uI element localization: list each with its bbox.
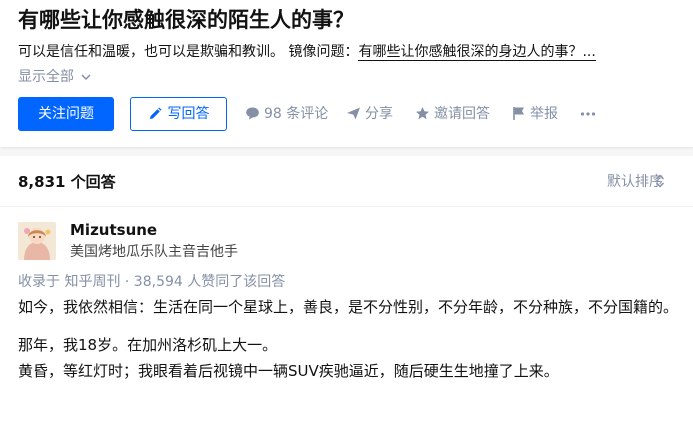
comments-label: 98 条评论 <box>264 106 329 122</box>
author-name[interactable]: Mizutsune <box>70 220 157 240</box>
comment-icon <box>246 107 259 120</box>
report-button[interactable]: 举报 <box>512 104 558 124</box>
question-title: 有哪些让你感触很深的陌生人的事？ <box>18 8 354 32</box>
more-options-button[interactable] <box>580 104 600 124</box>
follow-question-button[interactable]: 关注问题 <box>18 97 114 131</box>
answer-paragraph: 那年，我18岁。在加州洛杉矶上大一。 黄昏，等红灯时；我眼看着后视镜中一辆SUV… <box>18 336 559 380</box>
write-answer-label: 写回答 <box>167 106 210 122</box>
show-all-button[interactable]: 显示全部 <box>18 67 91 89</box>
share-button[interactable]: 分享 <box>346 104 393 124</box>
sort-arrows-icon <box>655 174 665 188</box>
answer-count: 8,831 个回答 <box>18 173 116 191</box>
flag-icon <box>513 107 524 120</box>
answer-content: 如今，我依然相信：生活在同一个星球上，善良，是不分性别，不分年龄，不分种族，不分… <box>18 294 683 396</box>
answer-meta: 收录于 知乎周刊 · 38,594 人赞同了该回答 <box>18 274 286 290</box>
pencil-icon <box>149 107 161 119</box>
question-detail-text: 可以是信任和温暖，也可以是欺骗和教训。 镜像问题： <box>18 44 359 60</box>
divider <box>0 206 693 207</box>
answers-card: 8,831 个回答 默认排序 Mizutsune 美国烤地瓜乐队主音吉他手 收录… <box>0 156 693 426</box>
mirror-question-link[interactable]: 有哪些让你感触很深的身边人的事？... <box>358 44 596 61</box>
report-label: 举报 <box>530 106 558 122</box>
share-icon <box>347 107 360 120</box>
more-dots-icon <box>580 112 596 116</box>
answer-paragraph: 如今，我依然相信：生活在同一个星球上，善良，是不分性别，不分年龄，不分种族，不分… <box>18 298 679 316</box>
write-answer-button[interactable]: 写回答 <box>130 97 227 131</box>
chevron-down-icon <box>78 73 91 84</box>
comments-button[interactable]: 98 条评论 <box>245 104 328 124</box>
share-label: 分享 <box>365 106 393 122</box>
show-all-label: 显示全部 <box>18 69 74 85</box>
question-detail: 可以是信任和温暖，也可以是欺骗和教训。 镜像问题：有哪些让你感触很深的身边人的事… <box>18 42 678 62</box>
question-header: 有哪些让你感触很深的陌生人的事？ 可以是信任和温暖，也可以是欺骗和教训。 镜像问… <box>0 0 693 147</box>
invite-answer-button[interactable]: 邀请回答 <box>415 104 490 124</box>
star-icon <box>416 107 429 120</box>
author-avatar[interactable] <box>18 222 56 260</box>
invite-answer-label: 邀请回答 <box>434 106 490 122</box>
author-bio: 美国烤地瓜乐队主音吉他手 <box>70 244 238 260</box>
